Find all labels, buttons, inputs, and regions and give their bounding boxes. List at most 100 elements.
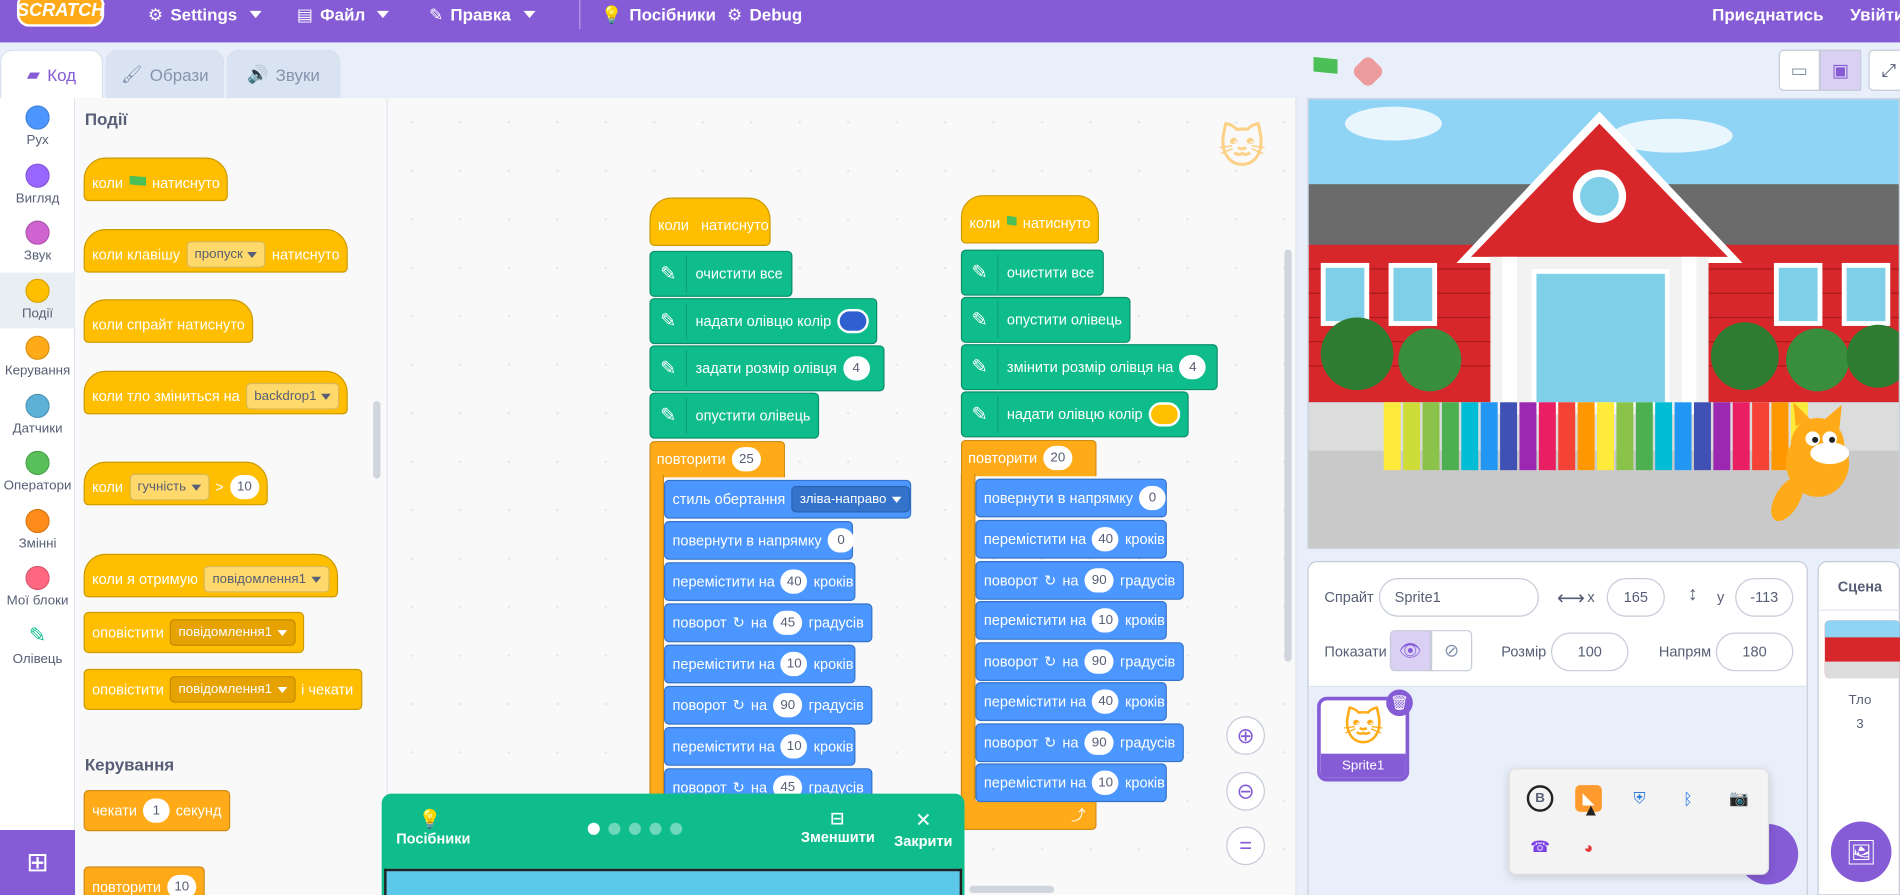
stage-canvas[interactable] [1307,98,1900,549]
steps-input[interactable]: 10 [780,651,808,677]
block-wait[interactable]: чекати 1 секунд [83,790,230,832]
s2-turn-right-1[interactable]: поворот ↻ на 90 градусів [975,561,1184,600]
scene-thumbnail[interactable] [1824,620,1900,679]
s2-move-steps-3[interactable]: перемістити на 40 кроків [975,682,1167,721]
zoom-out-button[interactable]: ⊖ [1226,771,1266,811]
s1-when-flag-clicked[interactable]: коли натиснуто [649,197,771,246]
broadcast-wait-dropdown[interactable]: повідомлення1 [169,676,296,703]
s2-set-pen-color[interactable]: ✎ надати олівцю колір [960,391,1189,438]
category-looks[interactable]: Вигляд [0,163,75,206]
s2-move-steps-2[interactable]: перемістити на 10 кроків [975,601,1167,640]
category-control[interactable]: Керування [0,335,75,378]
s1-set-pen-size[interactable]: ✎ задати розмір олівця 4 [649,345,885,392]
s1-pen-clear[interactable]: ✎ очистити все [649,250,793,297]
s1-set-rotation-style[interactable]: стиль обертання зліва-направо [664,479,912,519]
category-pen[interactable]: ✎ Олівець [0,624,75,666]
pen-size-input[interactable]: 4 [842,356,870,381]
block-when-sprite-clicked[interactable]: коли спрайт натиснуто [83,299,254,343]
category-variables[interactable]: Змінні [0,508,75,551]
bluetooth-icon[interactable]: ᛒ [1675,785,1702,812]
y-input[interactable]: -113 [1735,577,1794,617]
small-stage-button[interactable]: ▭ [1778,49,1820,91]
step-dot[interactable] [628,822,641,835]
viber-icon[interactable]: ☎ [1527,834,1554,861]
s2-turn-right-3[interactable]: поворот ↻ на 90 градусів [975,723,1184,763]
tutorials-menu[interactable]: 💡 Посібники [601,0,716,29]
close-button[interactable]: ✕ Закрити [891,808,956,850]
s2-move-steps-1[interactable]: перемістити на 40 кроків [975,519,1167,559]
repeat-count-input[interactable]: 20 [1043,445,1073,471]
tray-app-icon-red[interactable]: ◕ [1575,834,1602,861]
block-when-key-pressed[interactable]: коли клавішу пропуск натиснуто [83,229,349,273]
message-dropdown[interactable]: повідомлення1 [203,565,330,593]
steps-input[interactable]: 10 [1092,608,1119,633]
show-hidden-button[interactable]: ⊘ [1431,630,1473,672]
tray-app-icon-b[interactable]: B [1526,785,1554,812]
sprite-name-input[interactable]: Sprite1 [1378,577,1539,617]
loudness-dropdown[interactable]: гучність [129,473,210,501]
steps-input[interactable]: 40 [780,569,808,594]
s1-turn-right-2[interactable]: поворот ↻ на 90 градусів [664,685,873,725]
steps-input[interactable]: 40 [1092,689,1119,714]
loudness-input[interactable]: 10 [229,474,260,500]
s2-pen-clear[interactable]: ✎ очистити все [960,249,1104,296]
category-sound[interactable]: Звук [0,220,75,263]
tab-sounds[interactable]: 🔊 Звуки [226,49,341,99]
delete-sprite-button[interactable]: 🗑 [1386,689,1413,717]
category-operators[interactable]: Оператори [0,450,75,493]
size-input[interactable]: 100 [1550,632,1629,672]
pen-color-swatch[interactable] [1148,402,1181,427]
pen-size-input[interactable]: 4 [1179,355,1207,380]
direction-input[interactable]: 0 [827,528,855,553]
add-extension-button[interactable]: ⊞ [0,830,76,895]
backdrop-dropdown[interactable]: backdrop1 [245,382,340,410]
palette-scrollbar[interactable] [373,401,381,479]
step-dot[interactable] [608,822,621,835]
category-sensing[interactable]: Датчики [0,393,75,436]
s2-point-in-direction[interactable]: повернути в напрямку 0 [975,478,1167,518]
direction-input[interactable]: 0 [1139,485,1166,511]
fullscreen-button[interactable]: ⤢ [1868,49,1900,91]
key-dropdown[interactable]: пропуск [186,241,266,268]
step-dot-active[interactable] [587,822,600,835]
signin-link[interactable]: Увійти [1850,0,1900,29]
steps-input[interactable]: 10 [780,734,808,759]
s1-move-steps-1[interactable]: перемістити на 40 кроків [664,562,856,602]
wait-input[interactable]: 1 [143,798,170,823]
shield-icon[interactable]: ⛨ [1626,785,1653,812]
zoom-reset-button[interactable]: = [1226,826,1266,866]
scratch-logo[interactable]: SCRATCH [17,0,104,27]
tab-code[interactable]: ▰ Код [0,49,103,99]
block-repeat[interactable]: повторити 10 [83,866,205,895]
repeat-count-input[interactable]: 25 [731,447,762,472]
s2-when-flag-clicked[interactable]: коли натиснуто [960,195,1100,244]
join-link[interactable]: Приєднатись [1712,0,1823,29]
choose-backdrop-button[interactable]: 🖼 [1830,821,1892,883]
category-motion[interactable]: Рух [0,105,75,148]
degrees-input[interactable]: 45 [773,610,803,635]
block-when-receive[interactable]: коли я отримую повідомлення1 [83,553,338,598]
block-when-loudness[interactable]: коли гучність > 10 [83,461,268,506]
repeat-input[interactable]: 10 [167,874,197,895]
s1-move-steps-3[interactable]: перемістити на 10 кроків [664,727,856,766]
block-when-backdrop-switches[interactable]: коли тло зміниться на backdrop1 [83,370,349,415]
degrees-input[interactable]: 90 [773,693,803,718]
zoom-in-button[interactable]: ⊕ [1226,716,1266,755]
s1-move-steps-2[interactable]: перемістити на 10 кроків [664,644,856,684]
block-broadcast-and-wait[interactable]: оповістити повідомлення1 і чекати [83,668,362,711]
s1-turn-right-1[interactable]: поворот ↻ на 45 градусів [664,603,873,643]
steps-input[interactable]: 40 [1092,527,1119,552]
s2-pen-down[interactable]: ✎ опустити олівець [960,296,1131,343]
file-menu[interactable]: ▤ Файл [297,0,390,29]
step-dot[interactable] [649,822,662,835]
pen-color-swatch[interactable] [837,308,869,334]
s2-move-steps-4[interactable]: перемістити на 10 кроків [975,763,1167,803]
edit-menu[interactable]: ✎ Правка [429,0,536,29]
show-visible-button[interactable]: 👁 [1389,630,1432,672]
settings-menu[interactable]: ⚙ Settings [148,0,262,29]
step-dot[interactable] [670,822,683,835]
workspace-horizontal-scrollbar[interactable] [969,885,1055,894]
tab-costumes[interactable]: 🖌 Образи [105,49,225,99]
s2-change-pen-size[interactable]: ✎ змінити розмір олівця на 4 [960,344,1218,391]
s1-set-pen-color[interactable]: ✎ надати олівцю колір [649,298,878,345]
